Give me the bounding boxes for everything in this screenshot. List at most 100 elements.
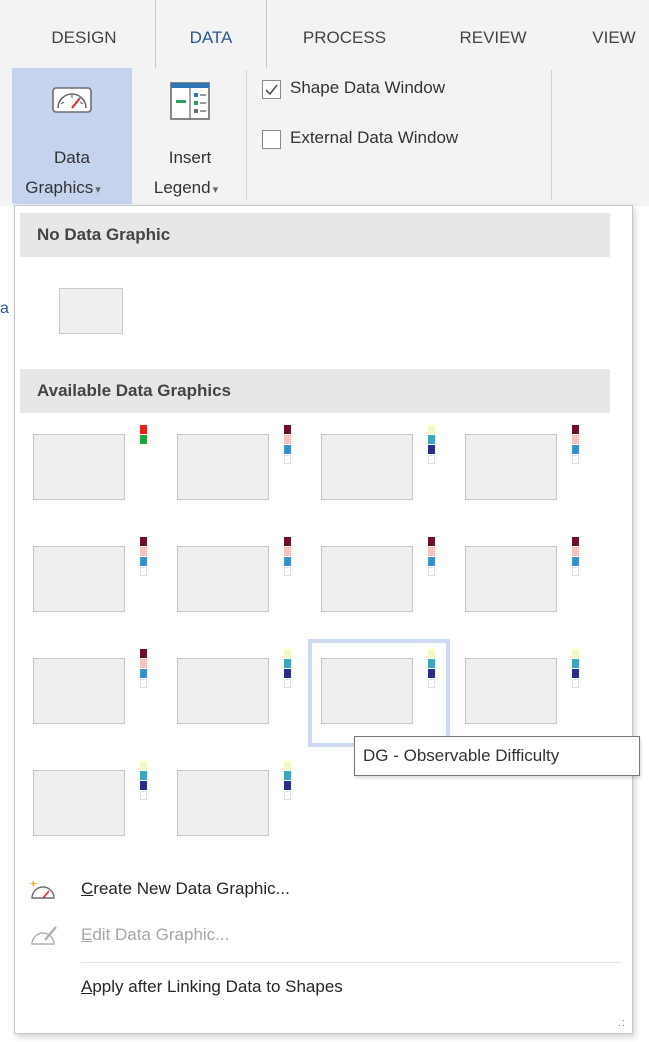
legend-swatch (284, 659, 291, 668)
ribbon-group-separator (551, 70, 552, 200)
legend-swatch (284, 435, 291, 444)
ribbon-panel: Data Graphics ▾ Insert Legend ▾ Shape Da… (0, 66, 649, 206)
legend-swatch (428, 679, 435, 688)
data-graphic-thumbnail[interactable] (33, 770, 125, 836)
legend-swatch (428, 547, 435, 556)
legend-swatch (572, 435, 579, 444)
data-graphic-legend-swatches (428, 425, 435, 465)
legend-swatch (428, 557, 435, 566)
legend-swatch (284, 669, 291, 678)
insert-legend-label-line1: Insert (168, 148, 212, 167)
data-graphic-legend-swatches (284, 761, 291, 801)
apply-after-linking-item[interactable]: Apply after Linking Data to Shapes (15, 968, 632, 1008)
legend-swatch (428, 435, 435, 444)
data-graphic-thumbnail[interactable] (465, 434, 557, 500)
apply-mnemonic: A (81, 977, 93, 996)
legend-swatch (284, 567, 291, 576)
legend-swatch (284, 679, 291, 688)
legend-swatch (140, 537, 147, 546)
menu-divider (81, 962, 621, 963)
data-graphic-legend-swatches (572, 425, 579, 465)
data-graphic-thumbnail[interactable] (177, 434, 269, 500)
tab-data[interactable]: DATA (155, 0, 267, 68)
legend-swatch (284, 537, 291, 546)
legend-swatch (572, 445, 579, 454)
data-graphic-thumbnail[interactable] (33, 546, 125, 612)
legend-swatch (140, 435, 147, 444)
create-mnemonic: C (81, 879, 94, 898)
edit-data-graphic-item[interactable]: Edit Data Graphic... (15, 916, 632, 956)
data-graphic-legend-swatches (428, 649, 435, 689)
legend-swatch (284, 557, 291, 566)
tab-review[interactable]: REVIEW (438, 0, 548, 66)
legend-swatch (140, 557, 147, 566)
legend-swatch (428, 567, 435, 576)
insert-legend-button[interactable]: Insert Legend ▾ (140, 68, 240, 204)
legend-swatch (428, 669, 435, 678)
resize-grip-icon[interactable]: .: (618, 1017, 626, 1029)
legend-swatch (572, 547, 579, 556)
data-graphic-thumbnail[interactable] (33, 434, 125, 500)
create-new-data-graphic-label: reate New Data Graphic... (93, 879, 290, 898)
legend-swatch (284, 445, 291, 454)
legend-swatch (572, 557, 579, 566)
legend-swatch (140, 547, 147, 556)
legend-swatch (284, 791, 291, 800)
tab-view[interactable]: VIEW (574, 0, 649, 66)
data-graphic-thumbnail[interactable] (465, 658, 557, 724)
legend-swatch (572, 669, 579, 678)
data-graphics-label-line1: Data (54, 148, 90, 167)
data-graphic-legend-swatches (572, 649, 579, 689)
legend-swatch (140, 761, 147, 770)
checkmark-icon (265, 84, 278, 96)
data-graphic-thumbnail[interactable] (321, 658, 413, 724)
legend-swatch (284, 761, 291, 770)
tab-design[interactable]: DESIGN (24, 0, 144, 66)
ribbon-group-separator (246, 70, 247, 200)
data-graphic-thumbnail[interactable] (465, 546, 557, 612)
apply-after-linking-label: pply after Linking Data to Shapes (92, 977, 343, 996)
no-data-graphic-thumbnail[interactable] (59, 288, 123, 334)
legend-swatch (428, 425, 435, 434)
edit-data-graphic-icon (27, 924, 61, 953)
legend-swatch (572, 425, 579, 434)
legend-swatch (284, 425, 291, 434)
legend-swatch (428, 537, 435, 546)
ribbon-tab-bar: DESIGN DATA PROCESS REVIEW VIEW (0, 0, 649, 68)
data-graphics-button[interactable]: Data Graphics ▾ (12, 68, 132, 204)
legend-swatch (572, 537, 579, 546)
create-new-data-graphic-item[interactable]: Create New Data Graphic... (15, 870, 632, 910)
checkbox-box[interactable] (262, 130, 281, 149)
legend-swatch (140, 781, 147, 790)
edit-data-graphic-label: dit Data Graphic... (92, 925, 230, 944)
create-data-graphic-icon (27, 878, 61, 907)
available-data-graphics-header: Available Data Graphics (20, 369, 610, 413)
legend-swatch (140, 679, 147, 688)
data-graphic-legend-swatches (140, 537, 147, 577)
data-graphic-thumbnail[interactable] (177, 770, 269, 836)
legend-icon (168, 80, 212, 127)
data-graphic-thumbnail[interactable] (177, 658, 269, 724)
data-graphic-thumbnail[interactable] (321, 546, 413, 612)
legend-swatch (572, 649, 579, 658)
legend-swatch (140, 791, 147, 800)
data-graphic-legend-swatches (140, 649, 147, 689)
legend-swatch (428, 659, 435, 668)
legend-swatch (572, 679, 579, 688)
data-graphic-thumbnail[interactable] (177, 546, 269, 612)
legend-swatch (428, 649, 435, 658)
edit-mnemonic: E (81, 925, 93, 944)
shape-data-window-label: Shape Data Window (290, 78, 445, 97)
legend-swatch (284, 547, 291, 556)
legend-swatch (572, 455, 579, 464)
data-graphic-thumbnail[interactable] (321, 434, 413, 500)
legend-swatch (284, 649, 291, 658)
dropdown-arrow-icon: ▾ (212, 184, 219, 196)
tab-process[interactable]: PROCESS (282, 0, 407, 66)
graphic-tooltip: DG - Observable Difficulty (354, 736, 640, 776)
dropdown-arrow-icon: ▾ (95, 184, 101, 196)
data-graphic-thumbnail[interactable] (33, 658, 125, 724)
no-data-graphic-header: No Data Graphic (20, 213, 610, 257)
data-graphic-legend-swatches (284, 649, 291, 689)
checkbox-box[interactable] (262, 80, 281, 99)
